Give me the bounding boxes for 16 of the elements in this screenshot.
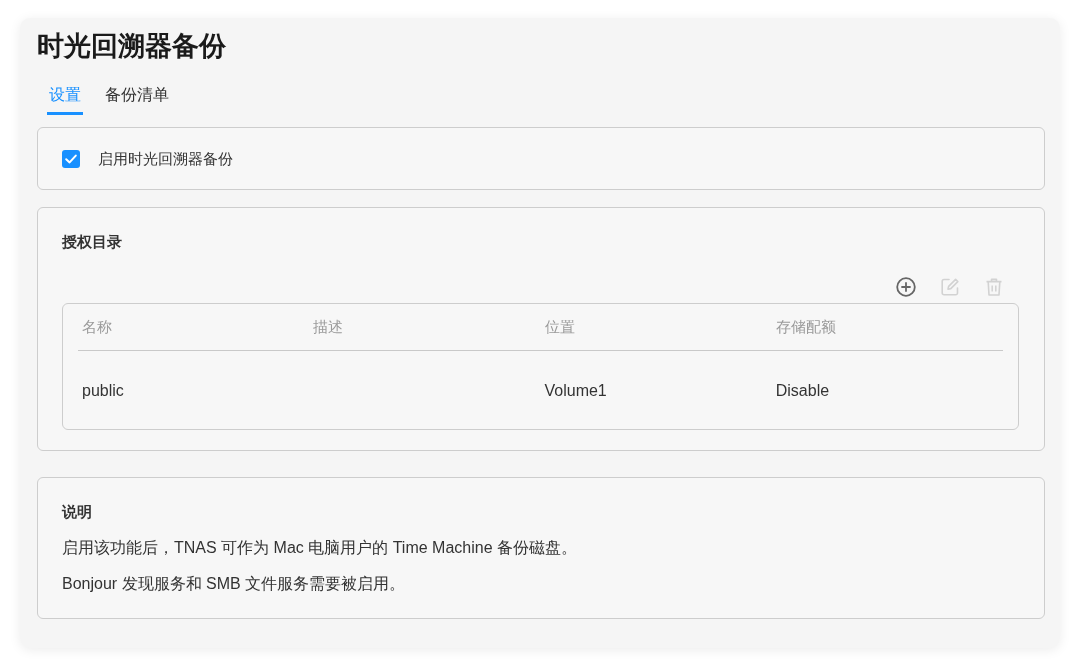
table-cell: public xyxy=(82,382,124,399)
column-header: 存储配额 xyxy=(775,318,836,335)
note-text: Bonjour 发现服务和 SMB 文件服务需要被启用。 xyxy=(62,574,407,594)
table-cell: Volume1 xyxy=(544,382,607,399)
column-header: 位置 xyxy=(544,318,575,335)
section-heading: 说明 xyxy=(62,502,93,522)
add-circle-icon[interactable] xyxy=(896,277,916,297)
checkbox-label[interactable]: 启用时光回溯器备份 xyxy=(98,148,233,169)
column-header: 名称 xyxy=(82,318,112,335)
tab[interactable]: 备份清单 xyxy=(103,84,171,115)
table-cell: Disable xyxy=(775,382,830,399)
note-text: 启用该功能后，TNAS 可作为 Mac 电脑用户的 Time Machine 备份磁盘。 xyxy=(62,538,578,558)
column-header: 描述 xyxy=(313,318,344,335)
section-heading: 授权目录 xyxy=(62,232,123,252)
page-title: 时光回溯器备份 xyxy=(37,30,227,63)
checkbox[interactable] xyxy=(62,149,80,168)
